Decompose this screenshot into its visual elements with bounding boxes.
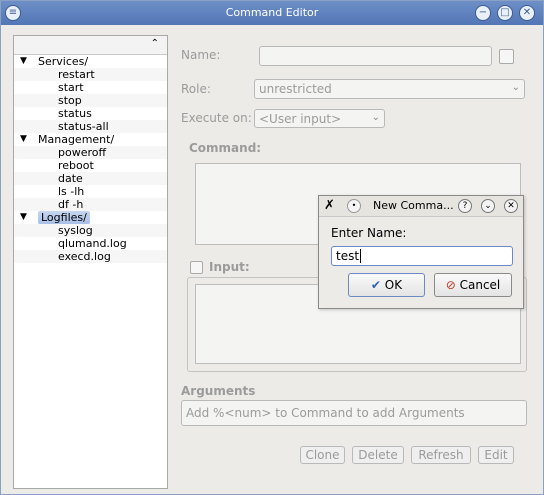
role-label: Role:	[181, 82, 211, 96]
tree-item-label: qlumand.log	[58, 237, 127, 250]
name-field[interactable]	[259, 46, 492, 66]
refresh-button[interactable]: Refresh	[411, 446, 471, 464]
tree-rows: ▼ Services/restart start stop status status-a…	[14, 55, 167, 263]
tree-item-label: reboot	[58, 159, 94, 172]
execute-on-dropdown[interactable]: <User input> ⌄	[254, 109, 385, 128]
tree-command-row[interactable]: stop	[14, 94, 167, 107]
tree-command-row[interactable]: start	[14, 81, 167, 94]
checkmark-icon: ✔	[370, 278, 381, 292]
tree-command-row[interactable]: reboot	[14, 159, 167, 172]
command-section-title: Command:	[189, 141, 262, 155]
close-icon[interactable]: ✕	[519, 5, 535, 21]
chevron-down-icon: ⌄	[371, 112, 380, 123]
execute-on-label: Execute on:	[181, 111, 252, 125]
tree-item-label: df -h	[58, 198, 84, 211]
cancel-label: Cancel	[459, 278, 501, 292]
command-tree[interactable]: ⌃ ▼ Services/restart start stop status status…	[13, 35, 168, 489]
tree-folder-row[interactable]: ▼ Management/	[14, 133, 167, 146]
ok-label: OK	[384, 278, 403, 292]
name-checkbox[interactable]	[499, 49, 514, 64]
title-bar[interactable]: ≡ Command Editor − □ ✕	[1, 1, 543, 25]
clone-button[interactable]: Clone	[300, 446, 345, 464]
tree-command-row[interactable]: restart	[14, 68, 167, 81]
tree-command-row[interactable]: status-all	[14, 120, 167, 133]
execute-on-value: <User input>	[259, 112, 342, 126]
tree-item-label: status-all	[58, 120, 109, 133]
dialog-title-bar[interactable]: ✗ • New Comma... ? ⌄ ✕	[319, 196, 523, 217]
expand-arrow-icon[interactable]: ▼	[20, 55, 27, 68]
tree-command-row[interactable]: status	[14, 107, 167, 120]
tree-command-row[interactable]: ls -lh	[14, 185, 167, 198]
tree-item-label: restart	[58, 68, 95, 81]
tree-item-label: start	[58, 81, 84, 94]
tree-command-row[interactable]: qlumand.log	[14, 237, 167, 250]
minimize-icon[interactable]: −	[475, 5, 491, 21]
expand-arrow-icon[interactable]: ▼	[20, 211, 27, 224]
tree-item-label: Services/	[38, 55, 89, 68]
tree-item-label: syslog	[58, 224, 93, 237]
arguments-section-title: Arguments	[181, 384, 256, 398]
new-command-dialog: ✗ • New Comma... ? ⌄ ✕ Enter Name: test …	[318, 195, 524, 309]
arguments-field[interactable]: Add %<num> to Command to add Arguments	[181, 400, 527, 426]
ok-button[interactable]: ✔ OK	[348, 273, 425, 297]
delete-button[interactable]: Delete	[352, 446, 404, 464]
tree-command-row[interactable]: poweroff	[14, 146, 167, 159]
tree-command-row[interactable]: date	[14, 172, 167, 185]
tree-item-label: stop	[58, 94, 82, 107]
sort-ascending-icon[interactable]: ⌃	[151, 38, 159, 49]
edit-button[interactable]: Edit	[478, 446, 514, 464]
enter-name-label: Enter Name:	[331, 226, 407, 240]
tree-item-label: poweroff	[58, 146, 107, 159]
role-value: unrestricted	[259, 82, 332, 96]
close-icon[interactable]: ✕	[504, 199, 518, 213]
tree-header[interactable]: ⌃	[14, 36, 167, 55]
tree-item-label: Management/	[38, 133, 115, 146]
tree-item-label: ls -lh	[58, 185, 85, 198]
tree-folder-row[interactable]: ▼ Services/	[14, 55, 167, 68]
help-icon[interactable]: ?	[458, 199, 472, 213]
dialog-title: New Comma...	[373, 199, 454, 212]
name-input-value: test	[336, 249, 360, 263]
tree-item-label: execd.log	[58, 250, 111, 263]
tree-command-row[interactable]: execd.log	[14, 250, 167, 263]
tree-item-label: Logfiles/	[38, 211, 90, 224]
chevron-down-icon: ⌄	[511, 82, 520, 93]
tree-item-label: status	[58, 107, 92, 120]
input-section-title: Input:	[209, 260, 250, 274]
role-dropdown[interactable]: unrestricted ⌄	[254, 79, 525, 99]
cancel-button[interactable]: ⊘ Cancel	[434, 273, 512, 297]
cancel-icon: ⊘	[445, 278, 456, 292]
minimize-icon[interactable]: ⌄	[481, 199, 495, 213]
window-title: Command Editor	[225, 6, 319, 19]
command-editor-window: ≡ Command Editor − □ ✕ ⌃ ▼ Services/resta…	[0, 0, 544, 495]
tools-icon: ✗	[324, 198, 335, 213]
name-label: Name:	[181, 48, 221, 62]
name-input[interactable]: test	[331, 246, 513, 266]
expand-arrow-icon[interactable]: ▼	[20, 133, 27, 146]
tree-folder-row[interactable]: ▼ Logfiles/	[14, 211, 167, 224]
tree-item-label: date	[58, 172, 83, 185]
dialog-menu-icon[interactable]: •	[347, 199, 361, 213]
input-checkbox[interactable]	[190, 261, 203, 274]
tree-command-row[interactable]: df -h	[14, 198, 167, 211]
maximize-icon[interactable]: □	[497, 5, 513, 21]
tree-command-row[interactable]: syslog	[14, 224, 167, 237]
